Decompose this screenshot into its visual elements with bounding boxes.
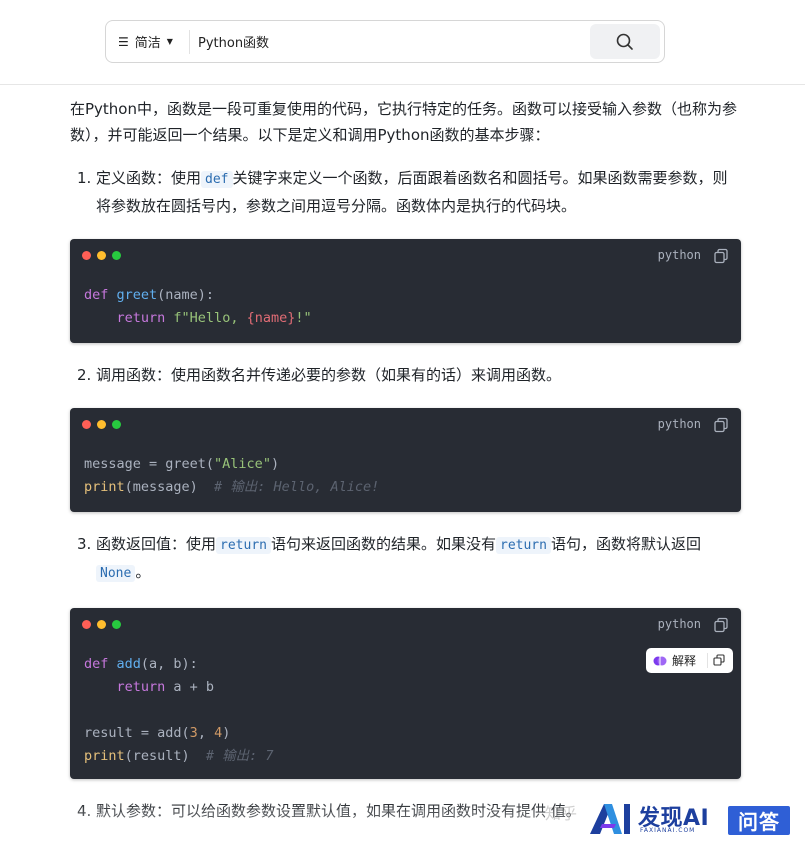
yellow-dot-icon	[97, 420, 106, 429]
code-token: )	[222, 725, 231, 741]
step-3: 3. 函数返回值：使用 return 语句来返回函数的结果。如果没有 return 语句…	[70, 531, 742, 587]
window-dots	[82, 251, 121, 260]
code-token: !"	[295, 310, 312, 326]
code-block-2: python message = greet("Alice") print(me…	[70, 408, 741, 512]
search-divider	[189, 30, 190, 54]
step-1: 1. 定义函数：使用 def 关键字来定义一个函数，后面跟着函数名和圆括号。如果函数…	[70, 165, 742, 219]
window-dots	[82, 420, 121, 429]
faxianai-logo: 发现AI FAXIANAI.COM	[588, 802, 718, 838]
explain-divider	[707, 653, 708, 668]
code-token: # 输出: Hello, Alice!	[214, 479, 380, 495]
list-icon: ☰	[118, 34, 129, 49]
code-token: return	[116, 310, 174, 326]
red-dot-icon	[82, 620, 91, 629]
copy-icon[interactable]	[713, 248, 729, 264]
code-token: message = greet(	[84, 456, 215, 472]
code-content: message = greet("Alice") print(message) …	[84, 453, 379, 499]
search-icon	[616, 33, 633, 50]
code-token: greet	[116, 287, 158, 303]
inline-code: return	[216, 537, 271, 554]
green-dot-icon	[112, 620, 121, 629]
green-dot-icon	[112, 251, 121, 260]
code-token: f"Hello,	[173, 310, 247, 326]
step-number: 2.	[77, 366, 92, 384]
step-number: 1.	[77, 169, 92, 187]
window-dots	[82, 620, 121, 629]
brain-icon	[653, 656, 667, 665]
green-dot-icon	[112, 420, 121, 429]
yellow-dot-icon	[97, 251, 106, 260]
code-token: (result)	[124, 748, 206, 764]
code-block-3: python 解释 def add(a, b): return a + b re…	[70, 608, 741, 779]
step-text: 默认参数：可以给函数参数设置默认值，如果在调用函数时没有提供	[96, 802, 547, 820]
code-language: python	[657, 617, 701, 631]
search-bar: ☰ 简洁 ▼	[105, 20, 665, 63]
code-token: 4	[214, 725, 223, 741]
inline-code: def	[201, 171, 233, 188]
step-text: 定义函数：使用	[96, 169, 202, 187]
step-text: 。	[135, 563, 151, 581]
step-text: 调用函数：使用函数名并传递必要的参数（如果有的话）来调用函数。	[96, 366, 562, 384]
step-text: 语句来返回函数的结果。如果没有	[270, 535, 496, 553]
chevron-down-icon: ▼	[166, 37, 173, 46]
code-token: print	[84, 748, 125, 764]
code-token: print	[84, 479, 125, 495]
copy-icon[interactable]	[713, 417, 729, 433]
code-content: def add(a, b): return a + b result = add…	[84, 653, 274, 768]
code-token: def	[84, 287, 117, 303]
step-text: 语句，函数将默认返回	[550, 535, 701, 553]
step-number: 3.	[77, 535, 92, 553]
code-content: def greet(name): return f"Hello, {name}!…	[84, 284, 312, 330]
code-token: 3	[189, 725, 198, 741]
copy-icon[interactable]	[713, 617, 729, 633]
code-token: # 输出: 7	[205, 748, 274, 764]
code-token: (message)	[124, 479, 215, 495]
red-dot-icon	[82, 420, 91, 429]
explain-label: 解释	[672, 654, 697, 668]
intro-paragraph: 在Python中，函数是一段可重复使用的代码，它执行特定的任务。函数可以接受输入…	[70, 100, 737, 144]
mode-dropdown[interactable]: ☰ 简洁 ▼	[106, 21, 189, 62]
step-number: 4.	[77, 802, 92, 820]
code-language: python	[657, 417, 701, 431]
copy-small-icon[interactable]	[713, 654, 725, 666]
code-block-1: python def greet(name): return f"Hello, …	[70, 239, 741, 343]
inline-code: return	[496, 537, 551, 554]
code-token: a + b	[173, 679, 215, 695]
red-dot-icon	[82, 251, 91, 260]
explain-button[interactable]: 解释	[646, 648, 733, 673]
code-token: (name):	[157, 287, 215, 303]
code-token: )	[270, 456, 280, 472]
code-token: ,	[197, 725, 215, 741]
code-token: add	[116, 656, 141, 672]
wenda-button[interactable]: 问答	[728, 806, 790, 835]
code-token: (a, b):	[140, 656, 198, 672]
code-token: {name}	[246, 310, 296, 326]
code-token: "Alice"	[214, 456, 271, 472]
logo-subtext: FAXIANAI.COM	[640, 827, 696, 834]
search-input[interactable]	[196, 22, 586, 61]
ai-logo-icon	[590, 804, 630, 834]
step-2: 2. 调用函数：使用函数名并传递必要的参数（如果有的话）来调用函数。	[70, 362, 742, 388]
answer-content: 在Python中，函数是一段可重复使用的代码，它执行特定的任务。函数可以接受输入…	[70, 85, 742, 824]
top-header: ☰ 简洁 ▼	[0, 0, 805, 85]
search-button[interactable]	[590, 24, 660, 59]
code-token: result = add(	[84, 725, 190, 741]
code-language: python	[657, 248, 701, 262]
code-token: def	[84, 656, 117, 672]
yellow-dot-icon	[97, 620, 106, 629]
inline-code: None	[96, 565, 136, 582]
zhihu-watermark: 知乎	[545, 804, 578, 823]
code-token: return	[116, 679, 174, 695]
mode-label: 简洁	[134, 36, 161, 51]
step-text: 函数返回值：使用	[96, 535, 217, 553]
